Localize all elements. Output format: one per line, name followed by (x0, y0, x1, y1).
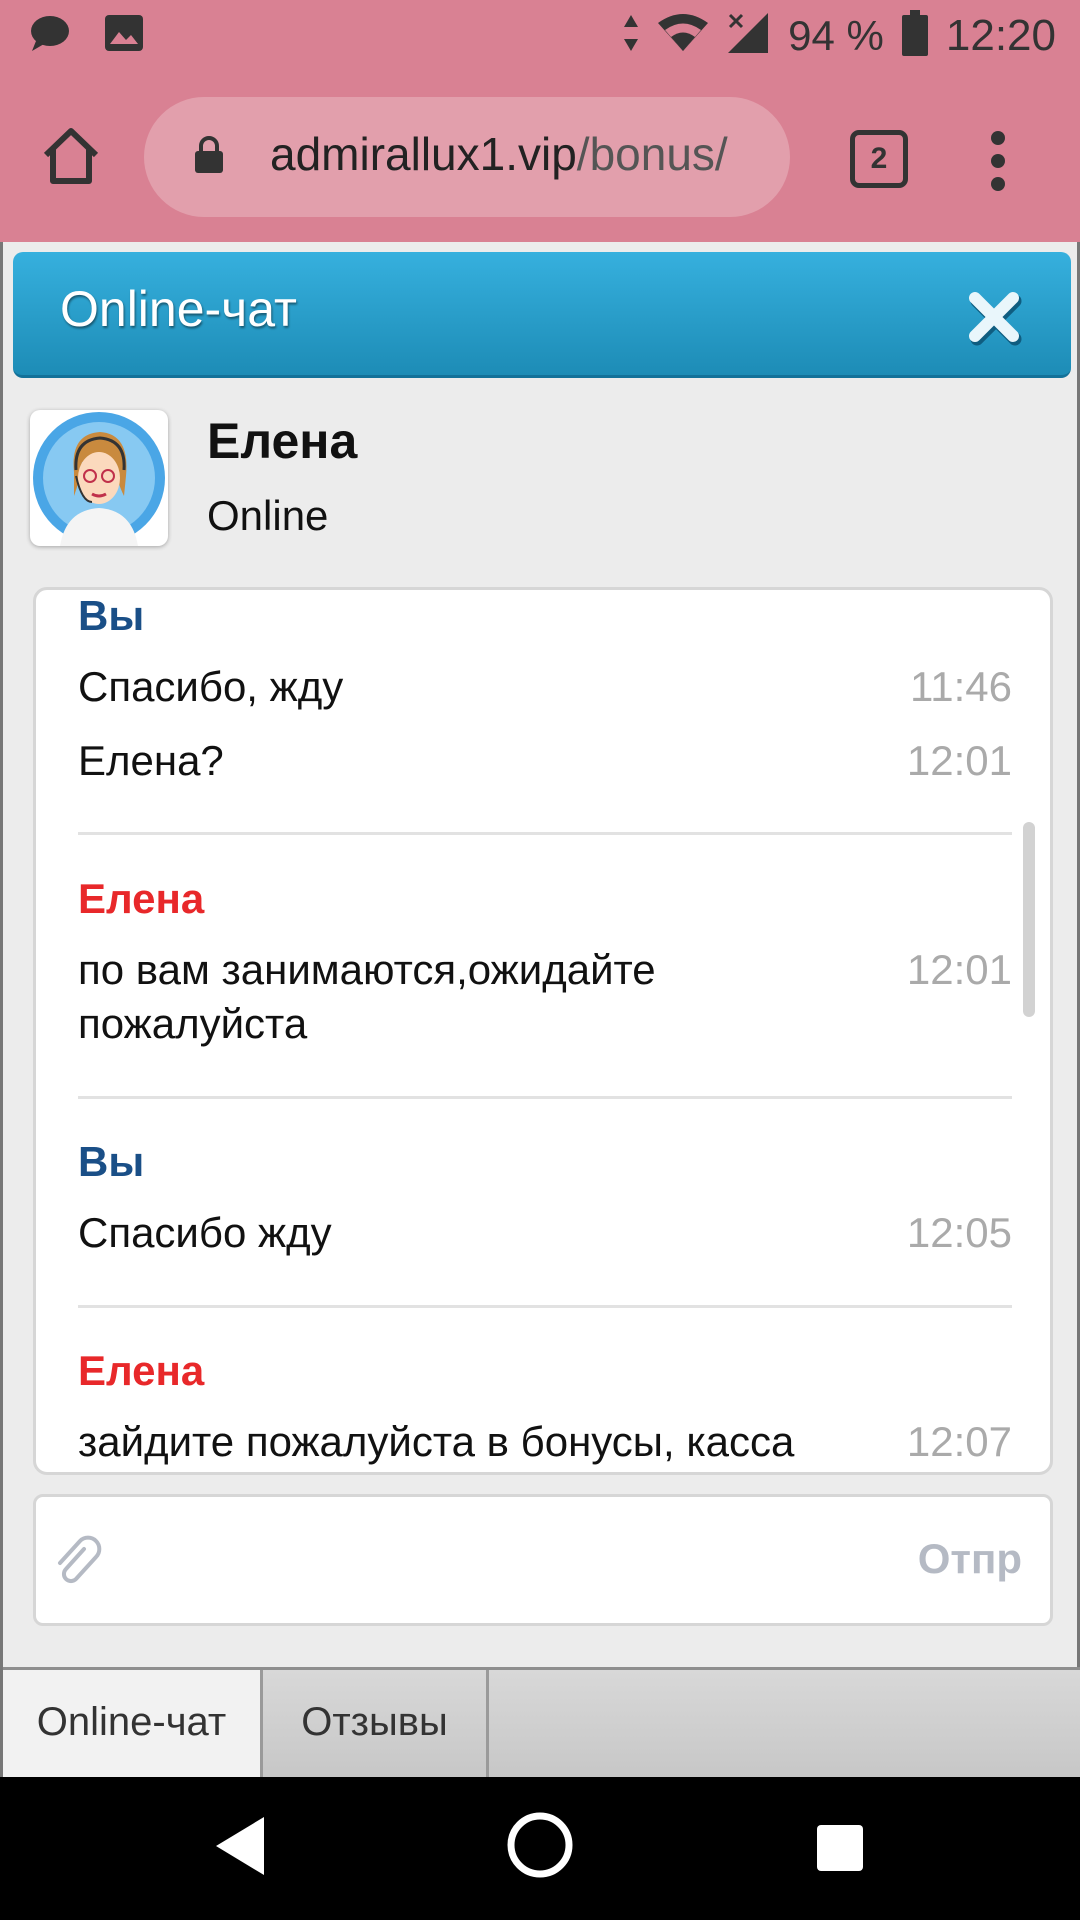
url-path: /bonus/ (576, 128, 728, 180)
recents-icon[interactable] (817, 1825, 863, 1871)
sender-name: Елена (78, 875, 205, 922)
home-circle-icon[interactable] (505, 1810, 575, 1885)
url-text: admirallux1.vip/bonus/ (270, 127, 780, 181)
chat-widget: Online-чат Елена Online Вы Спасибо, жду … (0, 242, 1080, 1777)
paperclip-icon[interactable] (54, 1535, 104, 1589)
status-bar: 94 % 12:20 (0, 0, 1080, 75)
message-time: 12:01 (906, 946, 1012, 993)
list-item: зайдите пожалуйста в бонусы, касса 12:07 (78, 1415, 1012, 1469)
chat-bubble-icon (30, 15, 70, 56)
wifi-icon (658, 13, 709, 58)
tab-online-chat[interactable]: Online-чат (3, 1670, 263, 1777)
battery-icon (901, 10, 928, 61)
message-time: 12:01 (906, 737, 1012, 784)
chat-header: Online-чат (13, 252, 1071, 378)
list-item: Елена? 12:01 (78, 734, 1012, 788)
back-icon[interactable] (214, 1815, 266, 1882)
operator-status: Online (207, 492, 329, 539)
battery-percent: 94 % (788, 11, 884, 59)
sender-name: Вы (78, 592, 145, 639)
list-item: Спасибо, жду 11:46 (78, 660, 1012, 714)
divider (78, 832, 1012, 835)
message-list[interactable]: Вы Спасибо, жду 11:46 Елена? 12:01 Елена… (33, 587, 1053, 1475)
tab-reviews[interactable]: Отзывы (263, 1670, 489, 1777)
message-text: Елена? (78, 737, 224, 784)
message-group: Вы Спасибо, жду 11:46 Елена? 12:01 (78, 592, 1012, 788)
no-signal-icon (726, 11, 770, 60)
browser-toolbar: admirallux1.vip/bonus/ 2 (0, 75, 1080, 244)
message-text: Спасибо, жду (78, 663, 344, 710)
chat-title: Online-чат (60, 281, 297, 337)
more-vert-icon[interactable] (988, 131, 1008, 191)
message-group: Елена по вам занимаются,ожидайте пожалуй… (78, 875, 1012, 1051)
operator-name: Елена (207, 413, 358, 469)
message-time: 12:05 (906, 1209, 1012, 1256)
divider (78, 1305, 1012, 1308)
clock: 12:20 (945, 10, 1056, 60)
avatar (30, 410, 168, 546)
message-time: 11:46 (910, 663, 1012, 710)
message-composer[interactable]: Отпр (33, 1494, 1053, 1626)
message-group: Вы Спасибо жду 12:05 (78, 1138, 1012, 1260)
list-item: по вам занимаются,ожидайте пожалуйста 12… (78, 943, 1012, 1051)
message-text: по вам занимаются,ожидайте пожалуйста (78, 946, 656, 1047)
message-text: Спасибо жду (78, 1209, 332, 1256)
sender-name: Вы (78, 1138, 145, 1185)
address-bar[interactable]: admirallux1.vip/bonus/ (144, 97, 790, 217)
home-icon[interactable] (40, 125, 102, 187)
send-button[interactable]: Отпр (918, 1535, 1022, 1583)
url-host: admirallux1.vip (270, 128, 577, 180)
android-nav-bar (0, 1777, 1080, 1920)
divider (78, 1096, 1012, 1099)
chat-tabs: Online-чат Отзывы (3, 1667, 1080, 1777)
message-text: зайдите пожалуйста в бонусы, касса (78, 1418, 795, 1465)
close-icon[interactable] (965, 288, 1023, 346)
scrollbar[interactable] (1023, 822, 1035, 1017)
message-time: 12:07 (906, 1418, 1012, 1465)
list-item: Спасибо жду 12:05 (78, 1206, 1012, 1260)
tabs-icon[interactable]: 2 (850, 130, 908, 188)
lock-icon (194, 135, 224, 180)
message-group: Елена зайдите пожалуйста в бонусы, касса… (78, 1347, 1012, 1469)
image-icon (104, 14, 144, 57)
sender-name: Елена (78, 1347, 205, 1394)
data-arrows-icon (622, 13, 640, 58)
